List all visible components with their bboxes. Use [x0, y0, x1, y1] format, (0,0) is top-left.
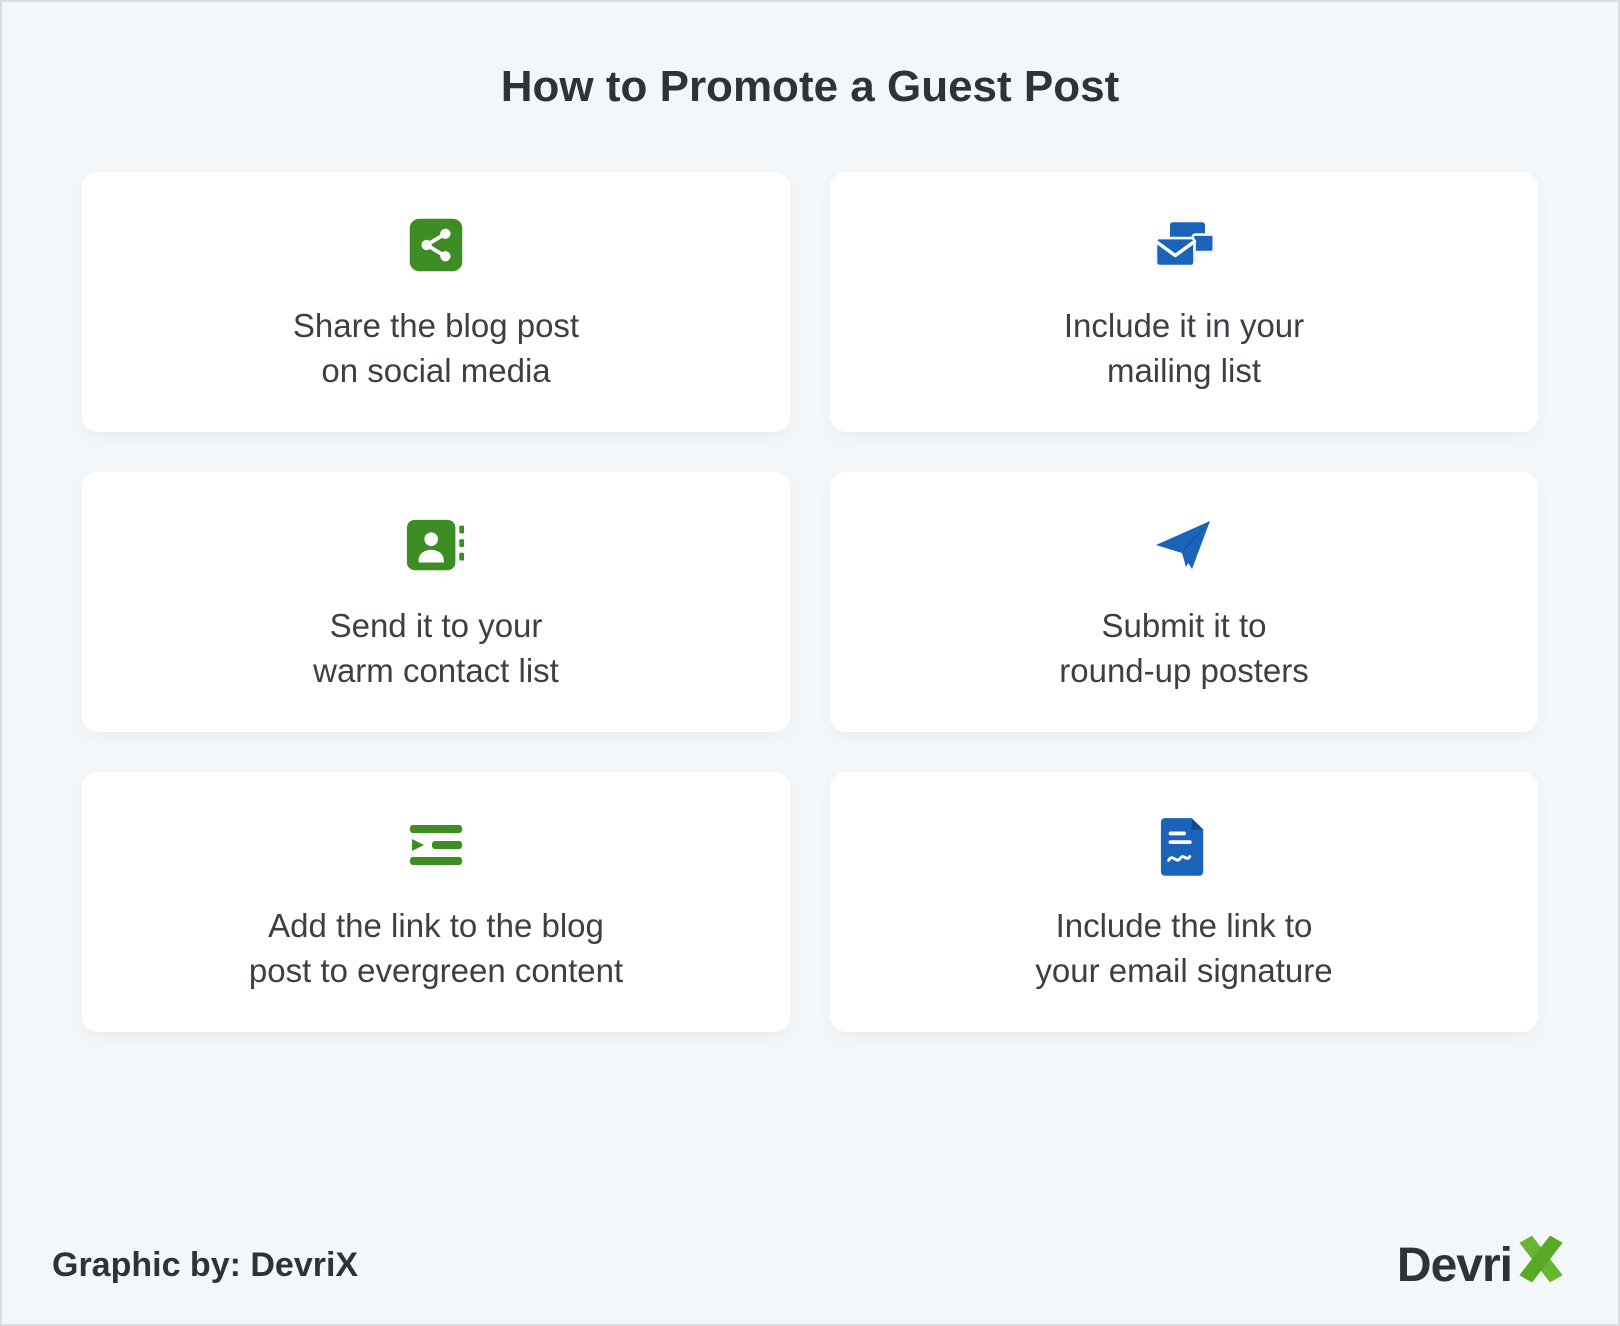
card-share-social: Share the blog post on social media — [82, 172, 790, 432]
card-label: Send it to your warm contact list — [313, 604, 559, 693]
card-label: Include it in your mailing list — [1064, 304, 1304, 393]
card-grid: Share the blog post on social media Incl… — [82, 172, 1538, 1032]
indent-list-icon — [401, 810, 471, 880]
card-warm-contacts: Send it to your warm contact list — [82, 472, 790, 732]
card-mailing-list: Include it in your mailing list — [830, 172, 1538, 432]
card-label: Include the link to your email signature — [1035, 904, 1332, 993]
card-evergreen-content: Add the link to the blog post to evergre… — [82, 772, 790, 1032]
card-email-signature: Include the link to your email signature — [830, 772, 1538, 1032]
signature-doc-icon — [1149, 810, 1219, 880]
logo-accent — [1514, 1232, 1568, 1298]
mail-stack-icon — [1149, 210, 1219, 280]
share-icon — [401, 210, 471, 280]
logo-text: Devri — [1397, 1238, 1512, 1293]
footer: Graphic by: DevriX Devri — [2, 1232, 1618, 1298]
contacts-icon — [401, 510, 471, 580]
card-roundup-posters: Submit it to round-up posters — [830, 472, 1538, 732]
credit-text: Graphic by: DevriX — [52, 1246, 358, 1285]
devrix-logo: Devri — [1397, 1232, 1568, 1298]
card-label: Submit it to round-up posters — [1059, 604, 1308, 693]
graphic-title: How to Promote a Guest Post — [82, 62, 1538, 112]
infographic-frame: How to Promote a Guest Post Share the bl… — [0, 0, 1620, 1326]
card-label: Share the blog post on social media — [293, 304, 579, 393]
paper-plane-icon — [1149, 510, 1219, 580]
card-label: Add the link to the blog post to evergre… — [249, 904, 623, 993]
